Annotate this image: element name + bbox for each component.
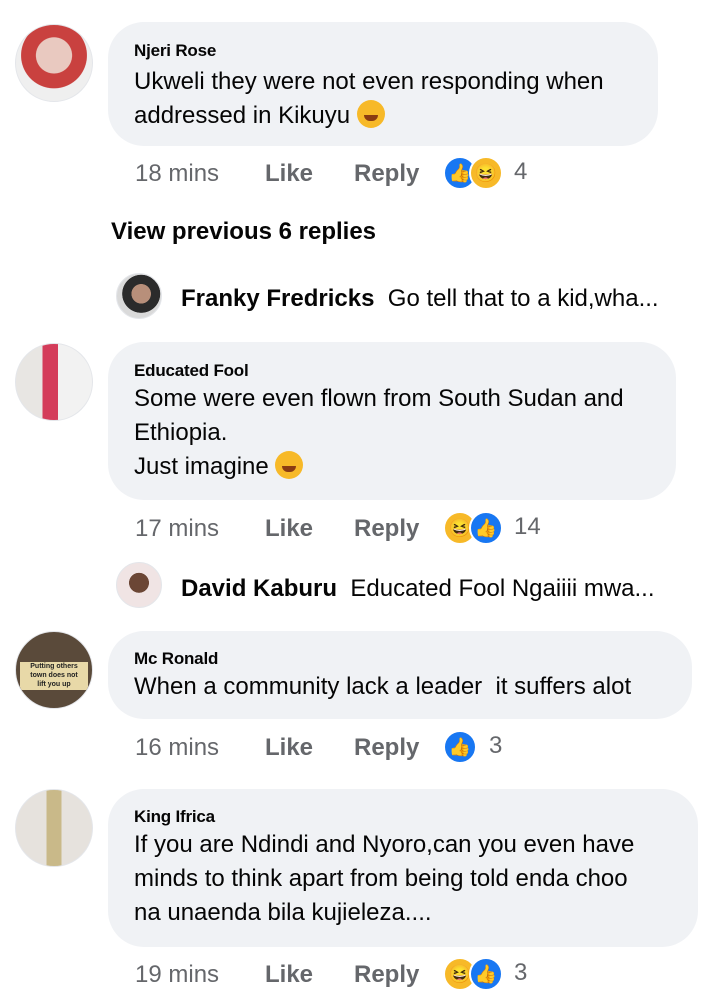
- comment-bubble: Mc Ronald When a community lack a leader…: [108, 631, 692, 719]
- reply-button[interactable]: Reply: [354, 961, 419, 989]
- reaction-summary[interactable]: 👍 3: [443, 730, 523, 766]
- avatar[interactable]: [15, 24, 93, 102]
- avatar[interactable]: [116, 562, 162, 608]
- comment-bubble: King Ifrica If you are Ndindi and Nyoro,…: [108, 789, 698, 947]
- reply-author[interactable]: Franky Fredricks: [181, 285, 374, 312]
- comment-timestamp[interactable]: 19 mins: [135, 961, 219, 989]
- haha-reaction-icon: 😆: [469, 156, 503, 190]
- like-reaction-icon: 👍: [469, 957, 503, 991]
- avatar[interactable]: Putting others town does not lift you up: [15, 631, 93, 709]
- comment-bubble: Educated Fool Some were even flown from …: [108, 342, 676, 500]
- comment-text-line: If you are Ndindi and Nyoro,can you even…: [134, 831, 635, 858]
- comment-text-line: Just imagine: [134, 450, 304, 484]
- reply-preview-text: Educated Fool Ngaiiii mwa...: [350, 575, 655, 602]
- reply-preview[interactable]: Franky Fredricks Go tell that to a kid,w…: [181, 285, 659, 325]
- reaction-count: 4: [514, 158, 528, 185]
- comment-text-line: Some were even flown from South Sudan an…: [134, 385, 624, 412]
- reaction-summary[interactable]: 😆 👍 14: [443, 511, 563, 547]
- comment-meta: 18 mins Like Reply 👍 😆 4: [135, 156, 555, 196]
- like-button[interactable]: Like: [265, 734, 313, 762]
- avatar[interactable]: [15, 343, 93, 421]
- avatar-sign-text: Putting others: [30, 663, 78, 670]
- comment-text-line: Ethiopia.: [134, 419, 228, 446]
- reaction-count: 14: [514, 513, 541, 540]
- comment-text-line: Ukweli they were not even responding whe…: [134, 68, 604, 95]
- reaction-summary[interactable]: 😆 👍 3: [443, 957, 553, 993]
- comment-text-line: minds to think apart from being told end…: [134, 865, 628, 892]
- reply-button[interactable]: Reply: [354, 160, 419, 188]
- avatar-sign-text: lift you up: [37, 681, 71, 688]
- comment-author[interactable]: Njeri Rose: [134, 41, 216, 61]
- like-reaction-icon: 👍: [469, 511, 503, 545]
- like-reaction-icon: 👍: [443, 730, 477, 764]
- comment-timestamp[interactable]: 17 mins: [135, 515, 219, 543]
- reply-author[interactable]: David Kaburu: [181, 575, 337, 602]
- reply-button[interactable]: Reply: [354, 734, 419, 762]
- reaction-count: 3: [514, 959, 528, 986]
- laughing-emoji-icon: [356, 100, 385, 128]
- reply-button[interactable]: Reply: [354, 515, 419, 543]
- comment-meta: 16 mins Like Reply 👍 3: [135, 730, 555, 770]
- reaction-count: 3: [489, 732, 503, 759]
- comment-timestamp[interactable]: 16 mins: [135, 734, 219, 762]
- like-button[interactable]: Like: [265, 515, 313, 543]
- comment-author[interactable]: Mc Ronald: [134, 649, 218, 669]
- avatar[interactable]: [15, 789, 93, 867]
- comment-author[interactable]: Educated Fool: [134, 361, 249, 381]
- avatar-sign-text: town does not: [30, 672, 78, 679]
- comment-author[interactable]: King Ifrica: [134, 807, 215, 827]
- comment-timestamp[interactable]: 18 mins: [135, 160, 219, 188]
- avatar-sign: Putting others town does not lift you up: [20, 662, 88, 690]
- like-button[interactable]: Like: [265, 160, 313, 188]
- comment-text-line: When a community lack a leader it suffer…: [134, 673, 632, 700]
- reaction-summary[interactable]: 👍 😆 4: [443, 156, 553, 192]
- like-button[interactable]: Like: [265, 961, 313, 989]
- avatar[interactable]: [116, 273, 162, 319]
- comment-meta: 19 mins Like Reply 😆 👍 3: [135, 957, 575, 997]
- tongue-emoji-icon: [275, 451, 304, 479]
- view-previous-replies-link[interactable]: View previous 6 replies: [111, 218, 376, 246]
- comment-text-line: na unaenda bila kujieleza....: [134, 899, 432, 926]
- comment-text-line: addressed in Kikuyu: [134, 99, 385, 133]
- reply-preview[interactable]: David Kaburu Educated Fool Ngaiiii mwa..…: [181, 575, 655, 615]
- comment-bubble: Njeri Rose Ukweli they were not even res…: [108, 22, 658, 146]
- reply-preview-text: Go tell that to a kid,wha...: [387, 285, 659, 312]
- comment-meta: 17 mins Like Reply 😆 👍 14: [135, 511, 575, 551]
